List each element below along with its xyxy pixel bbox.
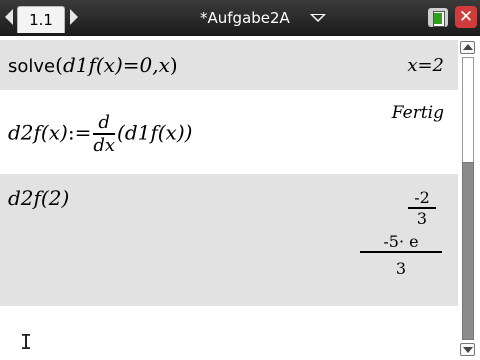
output-fraction-2: -5· e 3 (358, 232, 444, 278)
document-menu-caret-icon[interactable] (310, 14, 326, 22)
solve-result: x=2 (407, 55, 444, 76)
fraction: -2 3 (408, 188, 436, 228)
define-result: Fertig (391, 103, 444, 123)
title-bar: 1.1 *Aufgabe2A ✕ (0, 0, 480, 36)
page-tab[interactable]: 1.1 (17, 6, 65, 33)
fraction-denominator: 3 (395, 259, 407, 278)
history-row-evaluate[interactable]: d2f(2) -2 3 -5· e3 (0, 174, 458, 306)
derivative-denominator: dx (93, 135, 116, 156)
derivative-numerator: d (93, 112, 116, 135)
fraction-numerator: -2 (408, 188, 436, 209)
scrollbar-thumb[interactable] (462, 162, 474, 340)
input-expression[interactable]: d2f(x):= d dx (d1f(x)) (8, 112, 192, 156)
output-fraction-1: -2 3 (406, 188, 438, 228)
battery-icon (428, 8, 448, 27)
input-expression[interactable]: d2f(2) (8, 186, 69, 210)
derivative-argument: (d1f(x)) (117, 120, 193, 145)
define-lhs: d2f(x) (8, 120, 68, 145)
output-value: Fertig (392, 103, 444, 123)
input-expression[interactable]: solve(d1f(x)=0,x) (8, 53, 178, 77)
history-row-define[interactable]: d2f(x):= d dx (d1f(x)) Fertig (0, 92, 458, 172)
document-title[interactable]: *Aufgabe2A (200, 6, 290, 30)
close-paren: ) (169, 53, 178, 77)
fraction-numerator: -5· e (360, 232, 442, 253)
open-paren: ( (55, 53, 63, 77)
scrollbar-track[interactable] (462, 57, 474, 163)
evaluate-input: d2f(2) (8, 186, 70, 210)
text-cursor-icon: I (20, 330, 33, 354)
next-page-arrow-icon[interactable] (70, 9, 78, 25)
history-row-solve[interactable]: solve(d1f(x)=0,x) x=2 (0, 40, 458, 90)
solve-arguments: d1f(x)=0,x (62, 53, 170, 77)
scroll-up-icon[interactable] (460, 41, 475, 54)
close-button[interactable]: ✕ (455, 6, 477, 28)
output-value: x=2 (407, 55, 444, 76)
scroll-down-icon[interactable] (460, 343, 475, 356)
calculator-document[interactable]: solve(d1f(x)=0,x) x=2 d2f(x):= d dx (d1f(x)… (0, 37, 480, 360)
previous-page-arrow-icon[interactable] (5, 9, 13, 25)
solve-function: solve (8, 56, 56, 77)
fraction: -5· e 3 (360, 232, 442, 278)
fraction-denominator: 3 (416, 209, 428, 228)
battery-level (434, 13, 442, 24)
assign-operator: := (67, 120, 92, 145)
derivative-operator: d dx (93, 112, 116, 156)
